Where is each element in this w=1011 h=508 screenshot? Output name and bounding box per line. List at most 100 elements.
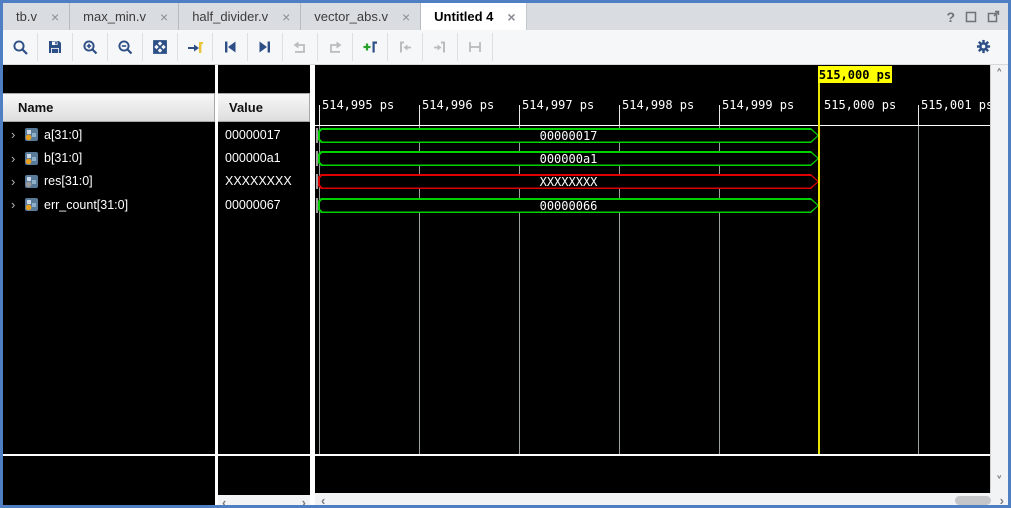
find-icon[interactable]	[3, 33, 38, 61]
ruler-tick	[519, 105, 520, 125]
time-cursor-flag[interactable]: 515,000 ps	[818, 66, 892, 83]
expand-chevron-icon[interactable]: ›	[11, 197, 25, 212]
ruler-tick-label: 514,996 ps	[422, 98, 494, 112]
tab-half-divider.v[interactable]: half_divider.v ×	[179, 3, 301, 30]
next-transition-icon[interactable]	[248, 33, 283, 61]
tab-label: tb.v	[16, 9, 37, 24]
zoom-out-icon[interactable]	[108, 33, 143, 61]
wave-bottom-divider	[315, 454, 990, 456]
float-window-icon[interactable]	[987, 10, 1000, 23]
zoom-fit-icon[interactable]	[143, 33, 178, 61]
ruler-tick	[719, 105, 720, 125]
ruler-baseline	[315, 125, 990, 126]
previous-transition-icon[interactable]	[213, 33, 248, 61]
zoom-to-cursor-icon[interactable]	[178, 33, 213, 61]
ruler-tick	[918, 105, 919, 125]
waveform-canvas[interactable]: 514,995 ps 514,996 ps 514,997 ps 514,998…	[315, 65, 990, 494]
close-icon[interactable]: ×	[160, 10, 168, 24]
tab-vector-abs.v[interactable]: vector_abs.v ×	[301, 3, 421, 30]
scroll-down-icon[interactable]: ˅	[996, 476, 1003, 489]
value-row-a[interactable]: 00000017	[218, 123, 310, 146]
close-icon[interactable]: ×	[402, 10, 410, 24]
scroll-right-icon[interactable]: ›	[302, 495, 306, 508]
wave-continuation-tick	[316, 198, 318, 213]
next-marker-icon	[423, 33, 458, 61]
wave-bus-value: 00000066	[318, 198, 819, 213]
forward-icon	[318, 33, 353, 61]
signal-value-panel: Value 00000017 000000a1 XXXXXXXX 0000006…	[218, 65, 310, 508]
signal-value-rows: 00000017 000000a1 XXXXXXXX 00000067	[218, 123, 310, 217]
wave-horizontal-scrollbar[interactable]: ‹ ›	[315, 493, 1008, 508]
expand-chevron-icon[interactable]: ›	[11, 127, 25, 142]
name-column-header[interactable]: Name	[3, 93, 215, 122]
save-icon[interactable]	[38, 33, 73, 61]
scroll-right-icon[interactable]: ›	[1000, 493, 1004, 508]
wave-continuation-tick	[316, 128, 318, 143]
ruler-tick-label: 514,995 ps	[322, 98, 394, 112]
previous-marker-icon	[388, 33, 423, 61]
signal-value: 00000017	[218, 128, 281, 142]
tab-label: max_min.v	[83, 9, 146, 24]
expand-chevron-icon[interactable]: ›	[11, 151, 25, 166]
settings-gear-icon[interactable]	[970, 33, 996, 59]
help-icon[interactable]: ?	[946, 9, 955, 25]
scroll-left-icon[interactable]: ‹	[222, 495, 226, 508]
tab-bar: tb.v × max_min.v × half_divider.v × vect…	[3, 3, 1008, 30]
wave-bus-b: 000000a1	[318, 151, 819, 166]
ruler-tick-label: 514,997 ps	[522, 98, 594, 112]
scroll-left-icon[interactable]: ‹	[321, 493, 325, 508]
close-icon[interactable]: ×	[507, 10, 515, 24]
ruler-tick-label: 515,001 ps	[921, 98, 990, 112]
wave-continuation-tick	[316, 151, 318, 166]
bus-signal-icon	[25, 128, 38, 141]
zoom-in-icon[interactable]	[73, 33, 108, 61]
bus-signal-icon	[25, 198, 38, 211]
wave-continuation-tick	[316, 174, 318, 189]
tab-max-min.v[interactable]: max_min.v ×	[70, 3, 179, 30]
tab-tb.v[interactable]: tb.v ×	[3, 3, 70, 30]
toolbar	[3, 30, 1008, 65]
scrollbar-thumb[interactable]	[955, 496, 991, 505]
wave-bus-value: XXXXXXXX	[318, 174, 819, 189]
tab-label: Untitled 4	[434, 9, 493, 24]
wave-bus-a: 00000017	[318, 128, 819, 143]
add-marker-icon[interactable]	[353, 33, 388, 61]
close-icon[interactable]: ×	[282, 10, 290, 24]
expand-chevron-icon[interactable]: ›	[11, 174, 25, 189]
ruler-tick-label: 514,998 ps	[622, 98, 694, 112]
value-row-res[interactable]: XXXXXXXX	[218, 170, 310, 193]
swap-cursors-icon	[458, 33, 493, 61]
value-horizontal-scrollbar[interactable]: ‹ ›	[218, 495, 310, 508]
time-cursor-line[interactable]	[818, 83, 820, 455]
signal-row-b[interactable]: › b[31:0]	[3, 146, 215, 169]
signal-row-res[interactable]: › res[31:0]	[3, 170, 215, 193]
signal-name: err_count[31:0]	[44, 198, 128, 212]
ruler-tick	[619, 105, 620, 125]
value-column-header[interactable]: Value	[218, 93, 310, 122]
wave-bus-value: 00000017	[318, 128, 819, 143]
ruler-tick-label: 515,000 ps	[824, 98, 896, 112]
signal-name: b[31:0]	[44, 151, 82, 165]
tab-untitled-4[interactable]: Untitled 4 ×	[421, 3, 526, 30]
panel-bottom-divider	[218, 454, 310, 456]
signal-row-a[interactable]: › a[31:0]	[3, 123, 215, 146]
value-row-err-count[interactable]: 00000067	[218, 193, 310, 216]
value-row-b[interactable]: 000000a1	[218, 146, 310, 169]
time-gridline	[918, 126, 919, 455]
signal-name-panel: Name › a[31:0] › b[31:0] › res[31:0] › e…	[3, 65, 215, 508]
wave-bus-res: XXXXXXXX	[318, 174, 819, 189]
signal-name: res[31:0]	[44, 174, 93, 188]
signal-name: a[31:0]	[44, 128, 82, 142]
close-icon[interactable]: ×	[51, 10, 59, 24]
waveform-window: tb.v × max_min.v × half_divider.v × vect…	[0, 0, 1011, 508]
scroll-up-icon[interactable]: ˄	[996, 69, 1003, 82]
maximize-icon[interactable]	[965, 11, 977, 23]
vertical-scrollbar[interactable]: ˄ ˅	[990, 65, 1008, 493]
signal-value: XXXXXXXX	[218, 174, 292, 188]
tab-label: half_divider.v	[192, 9, 268, 24]
signal-value: 00000067	[218, 198, 281, 212]
signal-row-err-count[interactable]: › err_count[31:0]	[3, 193, 215, 216]
bus-signal-icon	[25, 175, 38, 188]
ruler-tick	[419, 105, 420, 125]
signal-name-rows: › a[31:0] › b[31:0] › res[31:0] › err_co…	[3, 123, 215, 217]
